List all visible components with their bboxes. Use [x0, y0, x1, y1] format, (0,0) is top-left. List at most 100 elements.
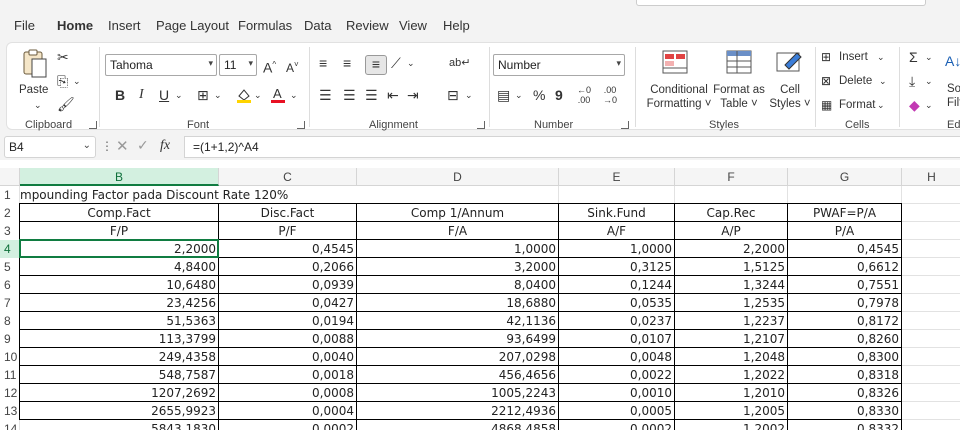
- copy-icon[interactable]: ⎘: [57, 73, 68, 89]
- table-cell[interactable]: 456,4656: [357, 366, 559, 384]
- font-color-icon[interactable]: A: [269, 86, 287, 104]
- row-header[interactable]: 10: [0, 348, 20, 366]
- menu-file[interactable]: File: [14, 18, 35, 33]
- row-header[interactable]: 5: [0, 258, 20, 276]
- table-cell[interactable]: 1005,2243: [357, 384, 559, 402]
- table-cell[interactable]: 0,0008: [219, 384, 357, 402]
- borders-icon[interactable]: ⊞: [197, 87, 209, 103]
- fill-color-dropdown-icon[interactable]: ⌄: [254, 87, 262, 103]
- table-cell[interactable]: 1,2535: [675, 294, 788, 312]
- insert-dropdown-icon[interactable]: ⌄: [877, 49, 885, 65]
- fill-color-icon[interactable]: [235, 86, 253, 104]
- table-cell[interactable]: 2,2000: [675, 240, 788, 258]
- table-cell[interactable]: 0,0005: [559, 402, 675, 420]
- orientation-icon[interactable]: ⟋: [391, 55, 401, 71]
- number-format-select[interactable]: Number ▾: [493, 54, 625, 76]
- table-cell[interactable]: 3,2000: [357, 258, 559, 276]
- fill-icon[interactable]: ⤓: [909, 73, 915, 89]
- merge-dropdown-icon[interactable]: ⌄: [465, 87, 473, 103]
- table-cell[interactable]: 1,3244: [675, 276, 788, 294]
- more-options-icon[interactable]: ⋮: [101, 139, 113, 153]
- sort-filter-label-1[interactable]: So: [947, 83, 960, 95]
- insert-function-icon[interactable]: fx: [160, 138, 170, 154]
- table-cell[interactable]: 0,0010: [559, 384, 675, 402]
- title-search-box[interactable]: [636, 0, 926, 6]
- accounting-dropdown-icon[interactable]: ⌄: [515, 87, 523, 103]
- column-header-h[interactable]: H: [902, 168, 960, 186]
- fill-dropdown-icon[interactable]: ⌄: [925, 73, 933, 89]
- table-cell[interactable]: 0,0004: [219, 402, 357, 420]
- row-header[interactable]: 1: [0, 186, 20, 204]
- table-cell[interactable]: 0,8318: [788, 366, 902, 384]
- paste-dropdown-icon[interactable]: ⌄: [34, 97, 42, 113]
- paste-icon[interactable]: [21, 49, 49, 79]
- table-cell[interactable]: 1,2010: [675, 384, 788, 402]
- autosum-dropdown-icon[interactable]: ⌄: [925, 49, 933, 65]
- table-symbol-cell[interactable]: F/A: [357, 222, 559, 240]
- copy-dropdown-icon[interactable]: ⌄: [73, 73, 81, 89]
- row-header[interactable]: 4: [0, 240, 20, 258]
- row-header[interactable]: 11: [0, 366, 20, 384]
- menu-data[interactable]: Data: [304, 18, 331, 33]
- font-size-select[interactable]: 11 ▾: [219, 54, 257, 76]
- table-cell[interactable]: 0,4545: [219, 240, 357, 258]
- row-header[interactable]: 7: [0, 294, 20, 312]
- row-header[interactable]: 2: [0, 204, 20, 222]
- table-cell[interactable]: 0,7978: [788, 294, 902, 312]
- conditional-formatting-icon[interactable]: [661, 49, 689, 75]
- cell-styles-icon[interactable]: [775, 49, 803, 75]
- table-cell[interactable]: 18,6880: [357, 294, 559, 312]
- insert-cells-button[interactable]: Insert: [839, 51, 868, 63]
- cut-icon[interactable]: ✂: [57, 49, 69, 65]
- column-header-e[interactable]: E: [559, 168, 675, 186]
- table-cell[interactable]: 0,0107: [559, 330, 675, 348]
- table-cell[interactable]: 548,7587: [20, 366, 219, 384]
- delete-dropdown-icon[interactable]: ⌄: [879, 73, 887, 89]
- table-cell[interactable]: 0,8300: [788, 348, 902, 366]
- table-cell[interactable]: 0,8260: [788, 330, 902, 348]
- table-cell[interactable]: 0,0040: [219, 348, 357, 366]
- table-cell[interactable]: 0,0939: [219, 276, 357, 294]
- menu-help[interactable]: Help: [443, 18, 470, 33]
- table-cell[interactable]: 0,8172: [788, 312, 902, 330]
- clear-dropdown-icon[interactable]: ⌄: [925, 97, 933, 113]
- increase-indent-icon[interactable]: ⇥: [407, 87, 419, 103]
- table-cell[interactable]: 0,4545: [788, 240, 902, 258]
- table-cell[interactable]: 1,5125: [675, 258, 788, 276]
- row-header[interactable]: 13: [0, 402, 20, 420]
- column-header-d[interactable]: D: [357, 168, 559, 186]
- borders-dropdown-icon[interactable]: ⌄: [214, 87, 222, 103]
- wrap-text-icon[interactable]: ab↵: [449, 55, 470, 71]
- table-cell[interactable]: 0,0535: [559, 294, 675, 312]
- table-cell[interactable]: 93,6499: [357, 330, 559, 348]
- increase-decimal-icon[interactable]: ←0.00: [577, 85, 591, 105]
- formula-input[interactable]: =(1+1,2)^A4: [184, 136, 960, 158]
- table-cell[interactable]: 0,8330: [788, 402, 902, 420]
- align-center-icon[interactable]: ☰: [343, 87, 356, 103]
- table-symbol-cell[interactable]: A/F: [559, 222, 675, 240]
- table-cell[interactable]: 1,2048: [675, 348, 788, 366]
- autosum-icon[interactable]: Σ: [909, 49, 918, 65]
- menu-page-layout[interactable]: Page Layout: [156, 18, 229, 33]
- accounting-format-icon[interactable]: ▤: [497, 87, 510, 103]
- table-cell[interactable]: 0,8326: [788, 384, 902, 402]
- row-header[interactable]: 12: [0, 384, 20, 402]
- table-cell[interactable]: 0,6612: [788, 258, 902, 276]
- menu-insert[interactable]: Insert: [108, 18, 141, 33]
- delete-cells-button[interactable]: Delete: [839, 75, 872, 87]
- column-header-c[interactable]: C: [219, 168, 357, 186]
- column-header-b[interactable]: B: [20, 168, 219, 186]
- sheet-title-cell[interactable]: mpounding Factor pada Discount Rate 120%: [20, 186, 420, 204]
- table-cell[interactable]: 1,2002: [675, 420, 788, 430]
- table-symbol-cell[interactable]: F/P: [20, 222, 219, 240]
- table-cell[interactable]: 113,3799: [20, 330, 219, 348]
- table-cell[interactable]: 10,6480: [20, 276, 219, 294]
- increase-font-icon[interactable]: A^: [263, 57, 276, 76]
- table-cell[interactable]: 0,7551: [788, 276, 902, 294]
- table-cell[interactable]: 0,8332: [788, 420, 902, 430]
- row-header[interactable]: 14: [0, 420, 20, 430]
- merge-center-icon[interactable]: ⊟: [447, 87, 459, 103]
- name-box[interactable]: B4 ⌄: [4, 136, 96, 158]
- font-launcher-icon[interactable]: [297, 121, 305, 129]
- table-cell[interactable]: 0,0018: [219, 366, 357, 384]
